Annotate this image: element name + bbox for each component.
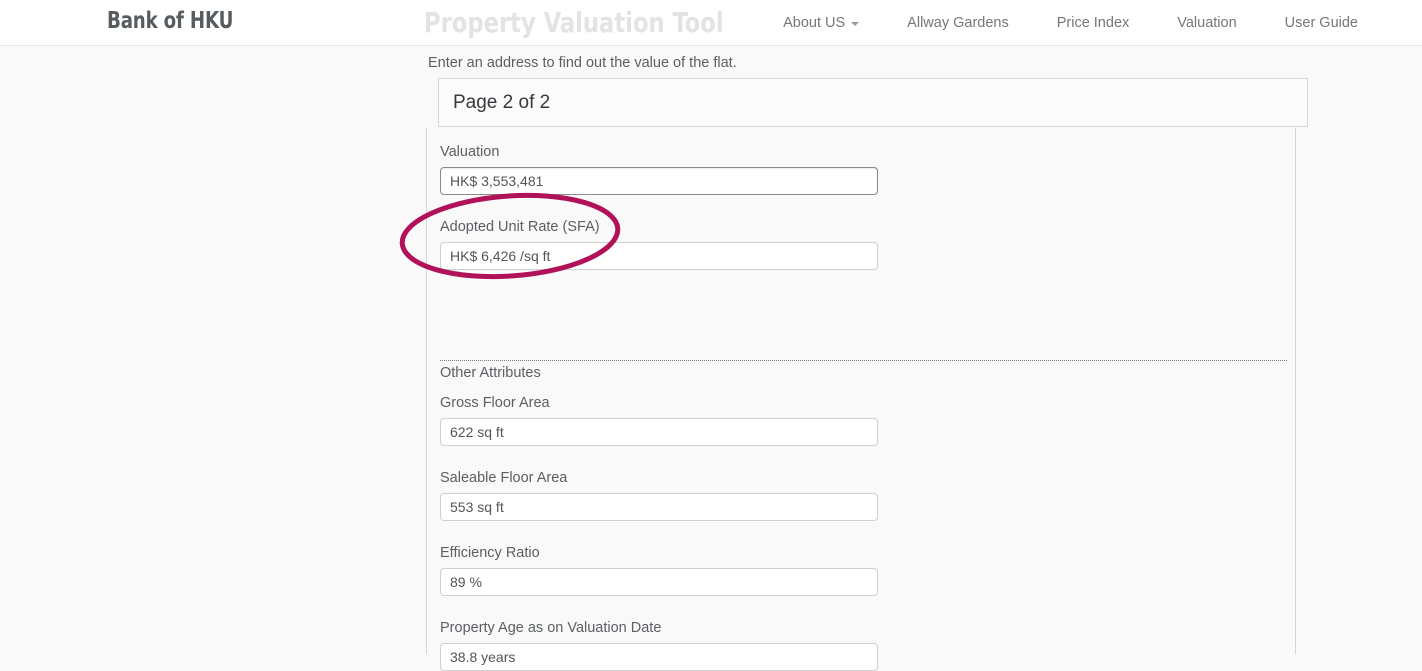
valuation-field: Valuation xyxy=(440,144,878,195)
nav-link-label: User Guide xyxy=(1284,15,1358,31)
property-age-field: Property Age as on Valuation Date xyxy=(440,620,878,671)
efficiency-ratio-field: Efficiency Ratio xyxy=(440,545,878,596)
valuation-label: Valuation xyxy=(440,144,500,160)
main-navigation: About US Allway Gardens Price Index Valu… xyxy=(759,0,1382,46)
saleable-floor-area-field: Saleable Floor Area xyxy=(440,470,878,521)
gross-floor-area-label: Gross Floor Area xyxy=(440,395,550,411)
property-age-input[interactable] xyxy=(440,643,878,671)
wizard-panel-header: Page 2 of 2 xyxy=(438,78,1308,127)
gross-floor-area-field: Gross Floor Area xyxy=(440,395,878,446)
other-attributes-heading: Other Attributes xyxy=(440,365,541,381)
adopted-unit-rate-field: Adopted Unit Rate (SFA) xyxy=(440,219,878,270)
nav-link-label: Allway Gardens xyxy=(907,15,1009,31)
efficiency-ratio-label: Efficiency Ratio xyxy=(440,545,540,561)
nav-link-label: Valuation xyxy=(1177,15,1237,31)
nav-link-label: About US xyxy=(783,15,846,31)
saleable-floor-area-label: Saleable Floor Area xyxy=(440,470,568,486)
nav-link-price-index[interactable]: Price Index xyxy=(1033,15,1154,31)
brand-logo[interactable]: Bank of HKU xyxy=(107,8,233,34)
nav-link-valuation[interactable]: Valuation xyxy=(1153,15,1260,31)
intro-text: Enter an address to find out the value o… xyxy=(428,55,737,71)
section-divider xyxy=(440,360,1287,361)
adopted-unit-rate-label: Adopted Unit Rate (SFA) xyxy=(440,219,600,235)
wizard-panel-body: Valuation Adopted Unit Rate (SFA) Other … xyxy=(426,128,1296,671)
page-title: Page 2 of 2 xyxy=(453,91,551,113)
property-age-label: Property Age as on Valuation Date xyxy=(440,620,662,636)
adopted-unit-rate-input[interactable] xyxy=(440,242,878,270)
nav-link-allway-gardens[interactable]: Allway Gardens xyxy=(883,15,1033,31)
efficiency-ratio-input[interactable] xyxy=(440,568,878,596)
nav-link-user-guide[interactable]: User Guide xyxy=(1261,15,1382,31)
saleable-floor-area-input[interactable] xyxy=(440,493,878,521)
page-body: Enter an address to find out the value o… xyxy=(0,46,1422,671)
chevron-down-icon xyxy=(851,22,860,26)
nav-link-about-us[interactable]: About US xyxy=(759,15,883,31)
valuation-input[interactable] xyxy=(440,167,878,195)
gross-floor-area-input[interactable] xyxy=(440,418,878,446)
nav-link-label: Price Index xyxy=(1056,15,1130,31)
top-navbar: Bank of HKU Property Valuation Tool Abou… xyxy=(0,0,1422,46)
app-title-watermark: Property Valuation Tool xyxy=(424,6,724,39)
